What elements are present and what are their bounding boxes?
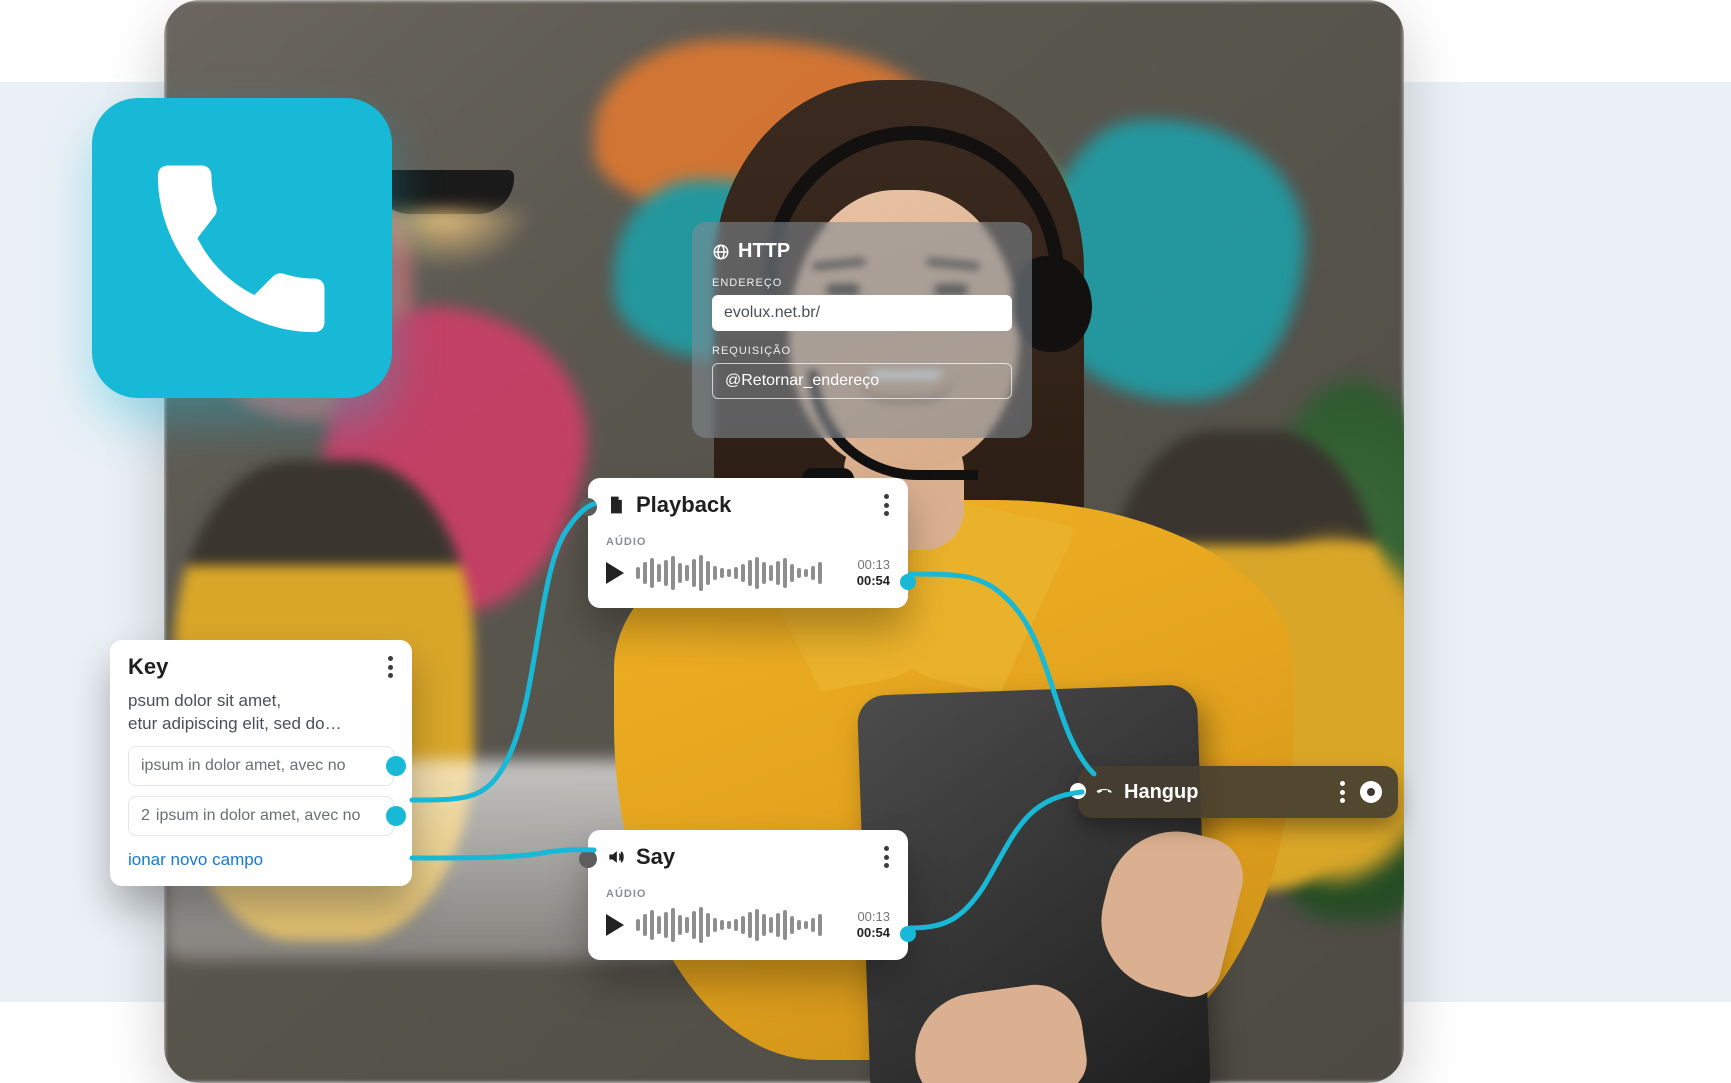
phone-icon bbox=[143, 149, 341, 347]
node-input-port[interactable] bbox=[579, 850, 597, 868]
waveform bbox=[636, 906, 845, 944]
key-option-2[interactable]: 2 ipsum in dolor amet, avec no bbox=[128, 796, 394, 836]
node-output-port[interactable] bbox=[386, 756, 406, 776]
duration-readout: 00:13 00:54 bbox=[857, 557, 890, 590]
key-option-2-label: 2 bbox=[141, 807, 150, 825]
play-icon[interactable] bbox=[606, 562, 624, 584]
http-requisicao-value: @Retornar_endereço bbox=[725, 372, 879, 390]
http-node-title: HTTP bbox=[738, 240, 790, 263]
phone-app-tile[interactable] bbox=[92, 98, 392, 398]
key-option-1-sub: ipsum in dolor amet, avec no bbox=[141, 757, 346, 775]
node-output-port[interactable] bbox=[386, 806, 406, 826]
key-option-1[interactable]: ipsum in dolor amet, avec no bbox=[128, 746, 394, 786]
node-output-port[interactable] bbox=[900, 926, 916, 942]
globe-icon bbox=[712, 243, 730, 261]
http-endereco-field[interactable]: evolux.net.br/ bbox=[712, 295, 1012, 331]
key-option-2-sub: ipsum in dolor amet, avec no bbox=[156, 807, 361, 825]
key-description: psum dolor sit amet, etur adipiscing eli… bbox=[128, 690, 394, 736]
more-menu-icon[interactable] bbox=[388, 656, 394, 678]
playback-audio-label: AÚDIO bbox=[606, 536, 890, 548]
node-input-port[interactable] bbox=[1070, 783, 1086, 799]
http-endereco-value: evolux.net.br/ bbox=[724, 304, 820, 322]
speaker-icon bbox=[606, 847, 626, 867]
http-endereco-label: ENDEREÇO bbox=[712, 277, 1012, 289]
node-output-port[interactable] bbox=[900, 574, 916, 590]
play-icon[interactable] bbox=[606, 914, 624, 936]
add-field-link[interactable]: ionar novo campo bbox=[128, 850, 263, 870]
audio-player[interactable]: 00:13 00:54 bbox=[606, 906, 890, 944]
hangup-node[interactable]: Hangup bbox=[1078, 766, 1398, 818]
more-menu-icon[interactable] bbox=[884, 846, 890, 868]
http-requisicao-chip[interactable]: @Retornar_endereço bbox=[712, 363, 1012, 399]
http-requisicao-label: REQUISIÇÃO bbox=[712, 345, 1012, 357]
say-title: Say bbox=[636, 844, 675, 870]
more-menu-icon[interactable] bbox=[1340, 781, 1346, 803]
duration-readout: 00:13 00:54 bbox=[857, 909, 890, 942]
playback-title: Playback bbox=[636, 492, 731, 518]
audio-player[interactable]: 00:13 00:54 bbox=[606, 554, 890, 592]
key-node[interactable]: Key psum dolor sit amet, etur adipiscing… bbox=[110, 640, 412, 886]
say-audio-label: AÚDIO bbox=[606, 888, 890, 900]
key-title: Key bbox=[128, 654, 168, 680]
playback-node[interactable]: Playback AÚDIO 00:13 00:54 bbox=[588, 478, 908, 608]
node-input-port[interactable] bbox=[579, 498, 597, 516]
more-menu-icon[interactable] bbox=[884, 494, 890, 516]
terminal-port-icon bbox=[1360, 781, 1382, 803]
waveform bbox=[636, 554, 845, 592]
say-node[interactable]: Say AÚDIO 00:13 00:54 bbox=[588, 830, 908, 960]
http-node[interactable]: HTTP ENDEREÇO evolux.net.br/ REQUISIÇÃO … bbox=[692, 222, 1032, 438]
hangup-title: Hangup bbox=[1124, 781, 1198, 804]
file-audio-icon bbox=[606, 495, 626, 515]
hangup-icon bbox=[1094, 782, 1114, 802]
